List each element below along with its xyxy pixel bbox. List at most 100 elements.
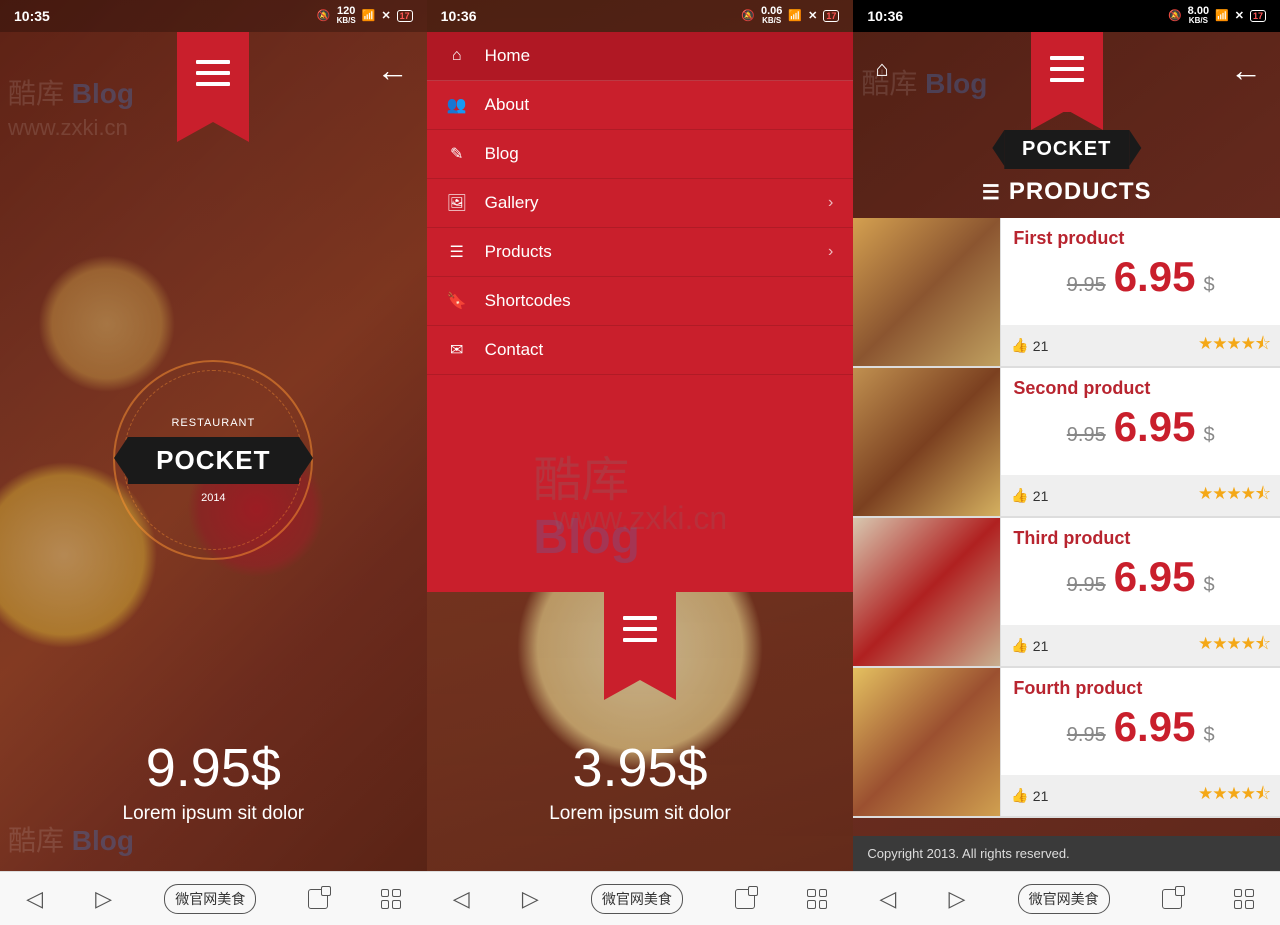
product-item[interactable]: Second product 9.956.95$ 👍21★★★★⯪ (853, 368, 1280, 518)
star-rating: ★★★★⯪ (1198, 781, 1270, 810)
menu-item-products[interactable]: ☰Products› (427, 228, 854, 277)
nav-back-icon[interactable]: ◁ (453, 886, 470, 912)
screen-products: 10:36 🔕 8.00KB/S 📶 ✕ 17 酷库 Blog ⌂ ← POCK… (853, 0, 1280, 925)
mail-icon: ✉ (447, 340, 467, 360)
status-time: 10:35 (14, 8, 50, 24)
product-item[interactable]: Third product 9.956.95$ 👍21★★★★⯪ (853, 518, 1280, 668)
product-image (853, 518, 1001, 666)
likes[interactable]: 👍21 (1011, 487, 1048, 504)
nav-forward-icon[interactable]: ▷ (949, 886, 966, 912)
likes[interactable]: 👍21 (1011, 787, 1048, 804)
menu-item-home[interactable]: ⌂Home (427, 32, 854, 81)
nav-tabs-icon[interactable] (308, 889, 328, 909)
product-image (853, 668, 1001, 816)
chevron-right-icon: › (828, 243, 833, 261)
star-rating: ★★★★⯪ (1198, 331, 1270, 360)
nav-apps-icon[interactable] (1234, 889, 1254, 909)
close-icon: ✕ (808, 9, 817, 22)
watermark-url: www.zxki.cn (8, 115, 128, 141)
statusbar: 10:36 🔕 0.06KB/S 📶 ✕ 17 (427, 0, 854, 32)
battery-icon: 17 (1250, 10, 1266, 22)
wifi-icon: 📶 (362, 9, 376, 22)
tags-icon: 🔖 (447, 291, 467, 311)
wifi-icon: 📶 (788, 9, 802, 22)
star-rating: ★★★★⯪ (1198, 631, 1270, 660)
hero-subtitle: Lorem ipsum sit dolor (0, 803, 427, 825)
battery-icon: 17 (397, 10, 413, 22)
hero-price: 3.95$ (427, 737, 854, 799)
users-icon: 👥 (447, 95, 467, 115)
close-icon: ✕ (1235, 9, 1244, 22)
product-list[interactable]: First product 9.956.95$ 👍21★★★★⯪ Second … (853, 218, 1280, 837)
mute-icon: 🔕 (741, 9, 755, 22)
nav-title-pill[interactable]: 微官网美食 (164, 884, 256, 914)
list-icon: ☰ (447, 242, 467, 262)
brand-tag: POCKET (1004, 130, 1129, 169)
nav-forward-icon[interactable]: ▷ (95, 886, 112, 912)
likes[interactable]: 👍21 (1011, 637, 1048, 654)
close-icon: ✕ (381, 9, 390, 22)
nav-back-icon[interactable]: ◁ (879, 886, 896, 912)
thumbs-up-icon: 👍 (1011, 337, 1028, 354)
hamburger-ribbon[interactable] (177, 32, 249, 122)
home-icon: ⌂ (447, 47, 467, 65)
nav-menu: ⌂Home 👥About ✎Blog 🖼Gallery› ☰Products› … (427, 32, 854, 592)
back-icon[interactable]: ← (377, 52, 409, 89)
hero-subtitle: Lorem ipsum sit dolor (427, 803, 854, 825)
screen-home: 10:35 🔕 120KB/S 📶 ✕ 17 酷库 Blog www.zxki.… (0, 0, 427, 925)
watermark: 酷库 Blog (8, 72, 134, 112)
menu-item-gallery[interactable]: 🖼Gallery› (427, 179, 854, 228)
menu-item-blog[interactable]: ✎Blog (427, 130, 854, 179)
bottom-nav: ◁ ▷ 微官网美食 (427, 871, 854, 925)
image-icon: 🖼 (447, 193, 467, 213)
list-icon: ☰ (982, 182, 1001, 204)
nav-title-pill[interactable]: 微官网美食 (1018, 884, 1110, 914)
product-image (853, 218, 1001, 366)
watermark: 酷库 Blog (8, 819, 134, 859)
screen-menu: 10:36 🔕 0.06KB/S 📶 ✕ 17 ⌂Home 👥About ✎Bl… (427, 0, 854, 925)
bottom-nav: ◁ ▷ 微官网美食 (853, 871, 1280, 925)
thumbs-up-icon: 👍 (1011, 787, 1028, 804)
nav-forward-icon[interactable]: ▷ (522, 886, 539, 912)
menu-item-about[interactable]: 👥About (427, 81, 854, 130)
brand-badge: RESTAURANT POCKET 2014 (113, 360, 313, 560)
status-icons: 🔕 8.00KB/S 📶 ✕ 17 (1168, 7, 1266, 24)
hamburger-ribbon[interactable] (1031, 32, 1103, 112)
nav-tabs-icon[interactable] (1162, 889, 1182, 909)
hamburger-ribbon[interactable] (604, 590, 676, 680)
star-rating: ★★★★⯪ (1198, 481, 1270, 510)
likes[interactable]: 👍21 (1011, 337, 1048, 354)
product-item[interactable]: First product 9.956.95$ 👍21★★★★⯪ (853, 218, 1280, 368)
mute-icon: 🔕 (317, 9, 331, 22)
status-icons: 🔕 0.06KB/S 📶 ✕ 17 (741, 7, 839, 24)
thumbs-up-icon: 👍 (1011, 637, 1028, 654)
product-name: Second product (1001, 368, 1280, 403)
nav-title-pill[interactable]: 微官网美食 (591, 884, 683, 914)
statusbar: 10:36 🔕 8.00KB/S 📶 ✕ 17 (853, 0, 1280, 32)
mute-icon: 🔕 (1168, 9, 1182, 22)
product-name: Fourth product (1001, 668, 1280, 703)
bottom-nav: ◁ ▷ 微官网美食 (0, 871, 427, 925)
nav-tabs-icon[interactable] (735, 889, 755, 909)
hero-text: 3.95$ Lorem ipsum sit dolor (427, 737, 854, 825)
product-item[interactable]: Fourth product 9.956.95$ 👍21★★★★⯪ (853, 668, 1280, 818)
nav-apps-icon[interactable] (381, 889, 401, 909)
wifi-icon: 📶 (1215, 9, 1229, 22)
product-name: Third product (1001, 518, 1280, 553)
back-icon[interactable]: ← (1230, 52, 1262, 89)
battery-icon: 17 (823, 10, 839, 22)
status-time: 10:36 (867, 8, 903, 24)
product-name: First product (1001, 218, 1280, 253)
menu-item-contact[interactable]: ✉Contact (427, 326, 854, 375)
status-icons: 🔕 120KB/S 📶 ✕ 17 (317, 7, 413, 24)
home-icon[interactable]: ⌂ (875, 56, 888, 82)
thumbs-up-icon: 👍 (1011, 487, 1028, 504)
menu-item-shortcodes[interactable]: 🔖Shortcodes (427, 277, 854, 326)
nav-back-icon[interactable]: ◁ (26, 886, 43, 912)
nav-apps-icon[interactable] (807, 889, 827, 909)
hero-price: 9.95$ (0, 737, 427, 799)
copyright: Copyright 2013. All rights reserved. (853, 836, 1280, 871)
section-header: ☰PRODUCTS (853, 178, 1280, 206)
edit-icon: ✎ (447, 144, 467, 164)
hero-text: 9.95$ Lorem ipsum sit dolor (0, 737, 427, 825)
